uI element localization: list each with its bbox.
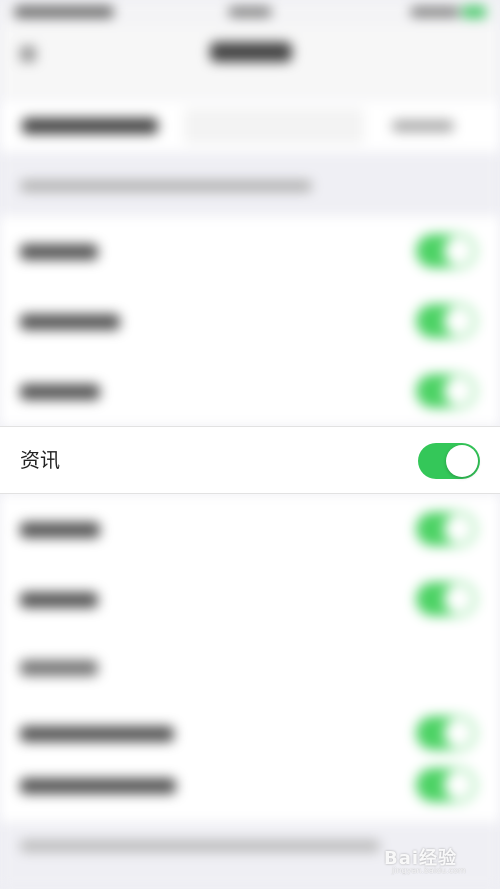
clock-text xyxy=(228,7,272,17)
section-hint xyxy=(20,180,312,192)
setting-label xyxy=(20,384,100,400)
setting-label xyxy=(20,244,98,260)
baidu-watermark: Bai经验 jingyan.baidu.com xyxy=(384,836,494,876)
setting-toggle[interactable] xyxy=(416,304,476,338)
setting-toggle[interactable] xyxy=(416,512,476,546)
setting-label xyxy=(20,592,98,608)
watermark-sub: jingyan.baidu.com xyxy=(392,866,466,875)
carrier-text xyxy=(14,6,114,18)
settings-field-row[interactable] xyxy=(0,100,500,152)
news-toggle-switch[interactable] xyxy=(418,443,480,479)
setting-label xyxy=(20,778,176,794)
setting-toggle[interactable] xyxy=(416,234,476,268)
setting-label xyxy=(20,660,98,676)
setting-toggle[interactable] xyxy=(416,768,476,802)
setting-label-news: 资讯 xyxy=(20,448,60,472)
navigation-bar xyxy=(0,26,500,98)
setting-label xyxy=(20,726,174,742)
setting-label xyxy=(20,522,100,538)
page-title xyxy=(210,42,292,62)
chevron-left-icon[interactable] xyxy=(20,46,36,62)
setting-toggle[interactable] xyxy=(416,374,476,408)
battery-percent xyxy=(410,7,460,17)
settings-group-bottom xyxy=(0,494,500,822)
field-value xyxy=(392,120,454,132)
setting-toggle[interactable] xyxy=(416,716,476,750)
field-input[interactable] xyxy=(184,108,364,144)
setting-toggle[interactable] xyxy=(416,582,476,616)
field-label xyxy=(22,118,158,134)
settings-group-top xyxy=(0,216,500,426)
toggle-knob xyxy=(446,445,478,477)
battery-icon xyxy=(462,6,486,18)
footer-hint xyxy=(20,840,380,852)
setting-label xyxy=(20,314,120,330)
setting-row-news[interactable]: 资讯 xyxy=(0,426,500,494)
status-bar xyxy=(0,0,500,26)
